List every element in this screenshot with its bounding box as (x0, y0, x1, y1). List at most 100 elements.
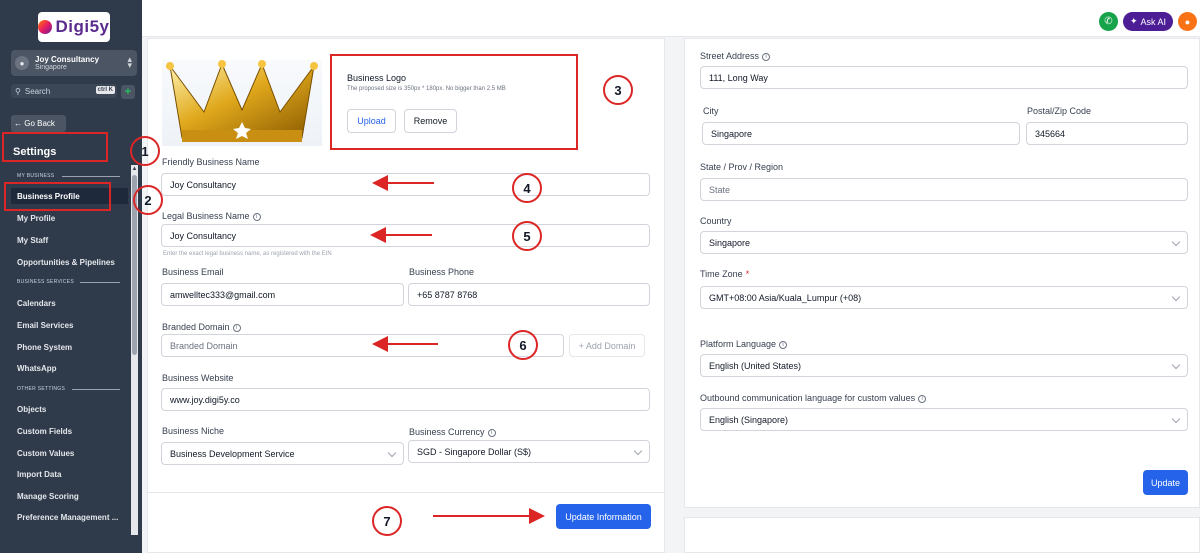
top-bar (142, 0, 1200, 37)
country-value: Singapore (709, 237, 751, 248)
update-address-button[interactable]: Update (1143, 470, 1188, 495)
annotation-number-1: 1 (130, 136, 160, 166)
search-placeholder: Search (24, 86, 51, 96)
postal-code-input[interactable]: 345664 (1026, 122, 1188, 145)
state-input[interactable]: State (700, 178, 1188, 201)
business-niche-value: Business Development Service (170, 448, 295, 459)
account-name: Joy Consultancy (35, 54, 100, 64)
platform-language-select[interactable]: English (United States) (700, 354, 1188, 377)
city-input[interactable]: Singapore (702, 122, 1020, 145)
business-currency-select[interactable]: SGD - Singapore Dollar (S$) (408, 440, 650, 463)
sidebar-search-input[interactable]: ⚲ Search ctrl K (11, 84, 117, 98)
street-address-label-text: Street Address (700, 51, 760, 61)
sidebar-item-opportunities[interactable]: Opportunities & Pipelines (11, 254, 128, 270)
business-logo-preview (162, 60, 322, 146)
chevron-down-icon (1171, 237, 1181, 247)
section-divider (80, 282, 120, 283)
outbound-language-value: English (Singapore) (709, 414, 789, 425)
platform-language-label: Platform Language i (700, 339, 788, 349)
address-panel (684, 38, 1200, 508)
sidebar-item-objects[interactable]: Objects (11, 401, 128, 417)
legal-name-input[interactable]: Joy Consultancy (161, 224, 650, 247)
sidebar-item-calendars[interactable]: Calendars (11, 295, 128, 311)
state-label: State / Prov / Region (700, 162, 784, 172)
sidebar-scrollbar[interactable]: ▲ (131, 165, 138, 535)
business-email-input[interactable]: amwelltec333@gmail.com (161, 283, 404, 306)
sidebar-item-import-data[interactable]: Import Data (11, 466, 128, 482)
annotation-box-business-logo (330, 54, 578, 150)
ask-ai-button[interactable]: ✦ Ask AI (1123, 12, 1173, 31)
info-icon[interactable]: i (779, 340, 788, 349)
chevron-down-icon (633, 446, 643, 456)
business-email-label: Business Email (162, 267, 224, 277)
required-marker: * (745, 269, 750, 279)
annotation-box-settings (2, 132, 108, 162)
update-information-button[interactable]: Update Information (556, 504, 651, 529)
sidebar-item-custom-values[interactable]: Custom Values (11, 445, 128, 461)
phone-button[interactable]: ✆ (1099, 12, 1118, 31)
sidebar-item-manage-scoring[interactable]: Manage Scoring (11, 488, 128, 504)
legal-name-label: Legal Business Name i (162, 211, 261, 221)
section-other-settings: OTHER SETTINGS (17, 386, 66, 392)
business-currency-value: SGD - Singapore Dollar (S$) (417, 446, 532, 457)
country-select[interactable]: Singapore (700, 231, 1188, 254)
time-zone-value: GMT+08:00 Asia/Kuala_Lumpur (+08) (709, 292, 862, 303)
crown-icon (166, 60, 318, 142)
sidebar-item-custom-fields[interactable]: Custom Fields (11, 423, 128, 439)
notification-button[interactable]: ● (1178, 12, 1197, 31)
section-divider (62, 176, 120, 177)
business-currency-label-text: Business Currency (409, 427, 485, 437)
branded-domain-label: Branded Domain i (162, 322, 241, 332)
ask-ai-label: Ask AI (1140, 16, 1167, 27)
section-my-business: MY BUSINESS (17, 173, 55, 179)
city-label: City (703, 106, 719, 116)
street-address-input[interactable]: 111, Long Way (700, 66, 1188, 89)
annotation-box-business-profile (4, 182, 111, 211)
legal-name-hint: Enter the exact legal business name, as … (163, 251, 332, 257)
info-icon[interactable]: i (918, 394, 927, 403)
sidebar-item-my-profile[interactable]: My Profile (11, 210, 128, 226)
chevron-down-icon (1171, 360, 1181, 370)
brand-logo[interactable]: Digi5y (38, 12, 110, 42)
sidebar-item-whatsapp[interactable]: WhatsApp (11, 360, 128, 376)
info-icon[interactable]: i (252, 212, 261, 221)
business-niche-select[interactable]: Business Development Service (161, 442, 404, 465)
sparkle-icon: ✦ (1129, 16, 1138, 26)
quick-add-button[interactable]: + (121, 85, 135, 99)
time-zone-label-text: Time Zone (700, 269, 743, 279)
account-avatar-icon: ● (15, 56, 29, 70)
outbound-language-label-text: Outbound communication language for cust… (700, 393, 916, 403)
sidebar-item-my-staff[interactable]: My Staff (11, 232, 128, 248)
account-switcher[interactable]: ● Joy Consultancy Singapore ▴ ▾ (11, 50, 137, 76)
annotation-number-5: 5 (512, 221, 542, 251)
info-icon[interactable]: i (232, 323, 241, 332)
business-phone-input[interactable]: +65 8787 8768 (408, 283, 650, 306)
sidebar-item-preference-management[interactable]: Preference Management ... (11, 509, 128, 525)
app-root: Digi5y ● Joy Consultancy Singapore ▴ ▾ ⚲ … (0, 0, 1200, 553)
go-back-button[interactable]: ← Go Back (11, 115, 66, 132)
annotation-number-3: 3 (603, 75, 633, 105)
branded-domain-label-text: Branded Domain (162, 322, 230, 332)
scroll-up-icon[interactable]: ▲ (131, 165, 138, 173)
phone-icon: ✆ (1104, 16, 1113, 27)
section-divider (72, 389, 120, 390)
info-icon[interactable]: i (487, 428, 496, 437)
legal-name-label-text: Legal Business Name (162, 211, 250, 221)
business-website-input[interactable]: www.joy.digi5y.co (161, 388, 650, 411)
friendly-name-input[interactable]: Joy Consultancy (161, 173, 650, 196)
brand-logo-text: Digi5y (55, 17, 110, 36)
chevron-down-icon (387, 448, 397, 458)
bell-icon: ● (1184, 16, 1191, 27)
business-currency-label: Business Currency i (409, 427, 496, 437)
time-zone-select[interactable]: GMT+08:00 Asia/Kuala_Lumpur (+08) (700, 286, 1188, 309)
annotation-number-4: 4 (512, 173, 542, 203)
next-panel (684, 517, 1200, 553)
sidebar-item-email-services[interactable]: Email Services (11, 317, 128, 333)
country-label: Country (700, 216, 732, 226)
info-icon[interactable]: i (762, 52, 771, 61)
sidebar-item-phone-system[interactable]: Phone System (11, 339, 128, 355)
branded-domain-input[interactable]: Branded Domain (161, 334, 564, 357)
outbound-language-select[interactable]: English (Singapore) (700, 408, 1188, 431)
add-domain-button[interactable]: + Add Domain (569, 334, 645, 357)
postal-code-label: Postal/Zip Code (1027, 106, 1092, 116)
